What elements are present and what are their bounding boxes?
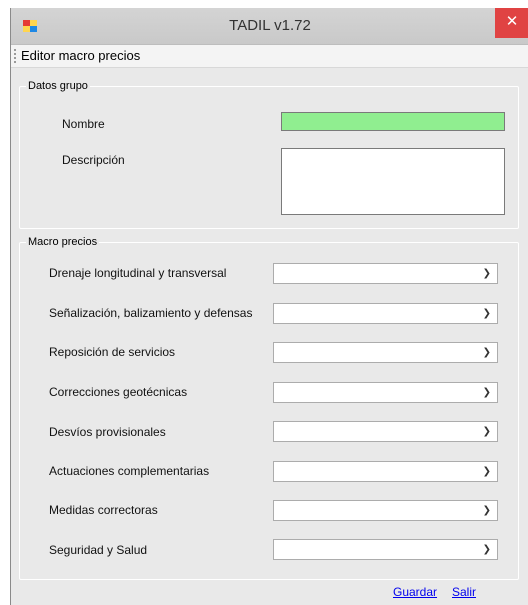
macro-row-label: Seguridad y Salud — [49, 543, 148, 557]
macro-row-select[interactable]: ❯ — [273, 421, 498, 442]
macro-row-label: Medidas correctoras — [49, 503, 158, 517]
salir-link[interactable]: Salir — [452, 585, 476, 599]
close-button[interactable]: ✕ — [495, 8, 528, 38]
macro-row-select[interactable]: ❯ — [273, 303, 498, 324]
nombre-label: Nombre — [62, 117, 105, 131]
macro-precios-legend: Macro precios — [28, 236, 98, 248]
macro-row-select[interactable]: ❯ — [273, 539, 498, 560]
macro-row-label: Drenaje longitudinal y transversal — [49, 266, 227, 280]
macro-row-select[interactable]: ❯ — [273, 263, 498, 284]
descripcion-label: Descripción — [62, 153, 125, 167]
chevron-down-icon: ❯ — [482, 466, 491, 477]
menu-item-editor-macro-precios[interactable]: Editor macro precios — [21, 48, 140, 64]
chevron-down-icon: ❯ — [482, 347, 491, 358]
nombre-input[interactable] — [281, 112, 505, 131]
chevron-down-icon: ❯ — [482, 387, 491, 398]
datos-grupo-legend: Datos grupo — [28, 80, 88, 92]
macro-row-select[interactable]: ❯ — [273, 500, 498, 521]
macro-precios-group: Macro precios — [19, 236, 519, 580]
macro-row-select[interactable]: ❯ — [273, 461, 498, 482]
macro-row-label: Actuaciones complementarias — [49, 464, 210, 478]
chevron-down-icon: ❯ — [482, 505, 491, 516]
macro-row-label: Señalización, balizamiento y defensas — [49, 306, 253, 320]
macro-row-select[interactable]: ❯ — [273, 342, 498, 363]
macro-row-label: Desvíos provisionales — [49, 425, 166, 439]
descripcion-input[interactable] — [281, 148, 505, 215]
macro-row-label: Correcciones geotécnicas — [49, 385, 188, 399]
chevron-down-icon: ❯ — [482, 426, 491, 437]
macro-row-label: Reposición de servicios — [49, 345, 176, 359]
macro-row-select[interactable]: ❯ — [273, 382, 498, 403]
menu-grip-icon — [14, 49, 16, 63]
menu-bar: Editor macro precios — [11, 45, 528, 68]
chevron-down-icon: ❯ — [482, 308, 491, 319]
guardar-link[interactable]: Guardar — [393, 585, 437, 599]
chevron-down-icon: ❯ — [482, 544, 491, 555]
window-title: TADIL v1.72 — [229, 17, 311, 34]
title-bar[interactable]: TADIL v1.72 ✕ — [11, 8, 528, 45]
chevron-down-icon: ❯ — [482, 268, 491, 279]
